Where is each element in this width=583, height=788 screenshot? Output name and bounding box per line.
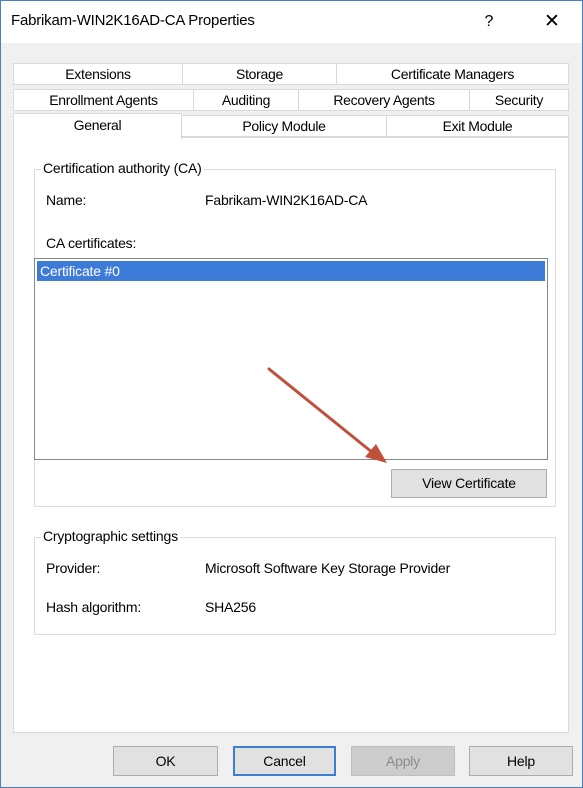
crypto-group-label: Cryptographic settings <box>41 528 180 544</box>
list-item[interactable]: Certificate #0 <box>37 261 545 281</box>
tab-security[interactable]: Security <box>469 89 569 111</box>
ca-group-label: Certification authority (CA) <box>41 160 204 176</box>
ok-button[interactable]: OK <box>113 746 218 776</box>
tab-auditing[interactable]: Auditing <box>193 89 299 111</box>
provider-value: Microsoft Software Key Storage Provider <box>205 560 451 576</box>
close-icon[interactable]: ✕ <box>531 7 573 37</box>
tab-storage[interactable]: Storage <box>182 63 337 85</box>
ca-name-label: Name: <box>46 192 87 208</box>
hash-algorithm-label: Hash algorithm: <box>46 599 142 615</box>
properties-dialog: Fabrikam-WIN2K16AD-CA Properties ? ✕ Ext… <box>0 0 583 788</box>
tab-enrollment-agents[interactable]: Enrollment Agents <box>13 89 194 111</box>
tab-recovery-agents[interactable]: Recovery Agents <box>298 89 470 111</box>
tab-extensions[interactable]: Extensions <box>13 63 183 85</box>
tab-policy-module[interactable]: Policy Module <box>181 115 387 137</box>
tab-general[interactable]: General <box>13 113 182 139</box>
ca-certificates-label: CA certificates: <box>46 235 137 251</box>
ca-certificates-list[interactable]: Certificate #0 <box>34 258 548 460</box>
ca-name-value: Fabrikam-WIN2K16AD-CA <box>205 192 368 208</box>
cancel-button[interactable]: Cancel <box>233 746 336 776</box>
window-title: Fabrikam-WIN2K16AD-CA Properties <box>11 12 255 29</box>
tab-certificate-managers[interactable]: Certificate Managers <box>336 63 569 85</box>
crypto-group: Cryptographic settings <box>34 528 556 635</box>
hash-algorithm-value: SHA256 <box>205 599 256 615</box>
apply-button[interactable]: Apply <box>351 746 455 776</box>
help-button[interactable]: Help <box>469 746 573 776</box>
help-icon[interactable]: ? <box>469 7 509 37</box>
view-certificate-button[interactable]: View Certificate <box>391 469 547 498</box>
provider-label: Provider: <box>46 560 101 576</box>
title-bar[interactable]: Fabrikam-WIN2K16AD-CA Properties ? ✕ <box>1 1 582 43</box>
tab-exit-module[interactable]: Exit Module <box>386 115 569 137</box>
